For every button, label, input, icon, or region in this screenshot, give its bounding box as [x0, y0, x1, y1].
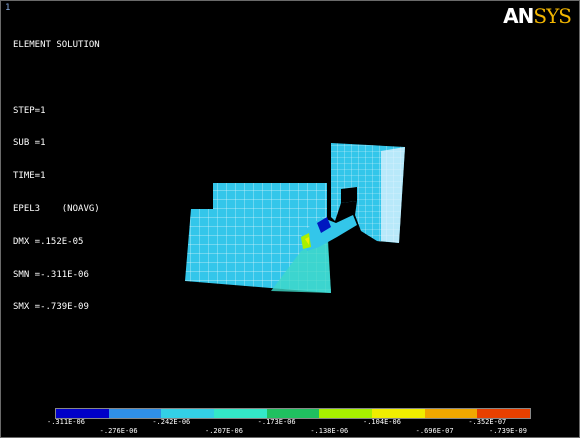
legend-swatch — [372, 409, 425, 418]
legend-tick-label: -.104E-06 — [363, 418, 401, 426]
legend-tick-label: -.696E-07 — [415, 427, 454, 435]
legend-swatch — [108, 409, 162, 418]
legend-swatch — [319, 409, 373, 418]
legend-swatch — [161, 409, 215, 418]
fe-model-contour-plot[interactable] — [1, 1, 579, 401]
legend-tick-label: -.276E-06 — [99, 427, 138, 435]
legend-tick-label: -.207E-06 — [205, 427, 243, 435]
legend-tick-label: -.352E-07 — [468, 418, 507, 426]
legend-swatch — [477, 409, 531, 418]
legend-swatch — [266, 409, 320, 418]
legend-tick-label: -.242E-06 — [152, 418, 191, 426]
legend-tick-label: -.138E-06 — [310, 427, 349, 435]
right-part-dense-mesh — [381, 147, 405, 243]
legend-tick-label: -.173E-06 — [257, 418, 296, 426]
legend-tick-label: -.739E-09 — [489, 427, 527, 435]
legend-swatch — [214, 409, 267, 418]
graphics-window[interactable]: 1 ELEMENT SOLUTION STEP=1 SUB =1 TIME=1 … — [0, 0, 580, 438]
legend-tick-label: -.311E-06 — [47, 418, 85, 426]
notch-cutout — [341, 187, 357, 203]
legend-swatch — [56, 409, 109, 418]
legend-swatch — [424, 409, 478, 418]
